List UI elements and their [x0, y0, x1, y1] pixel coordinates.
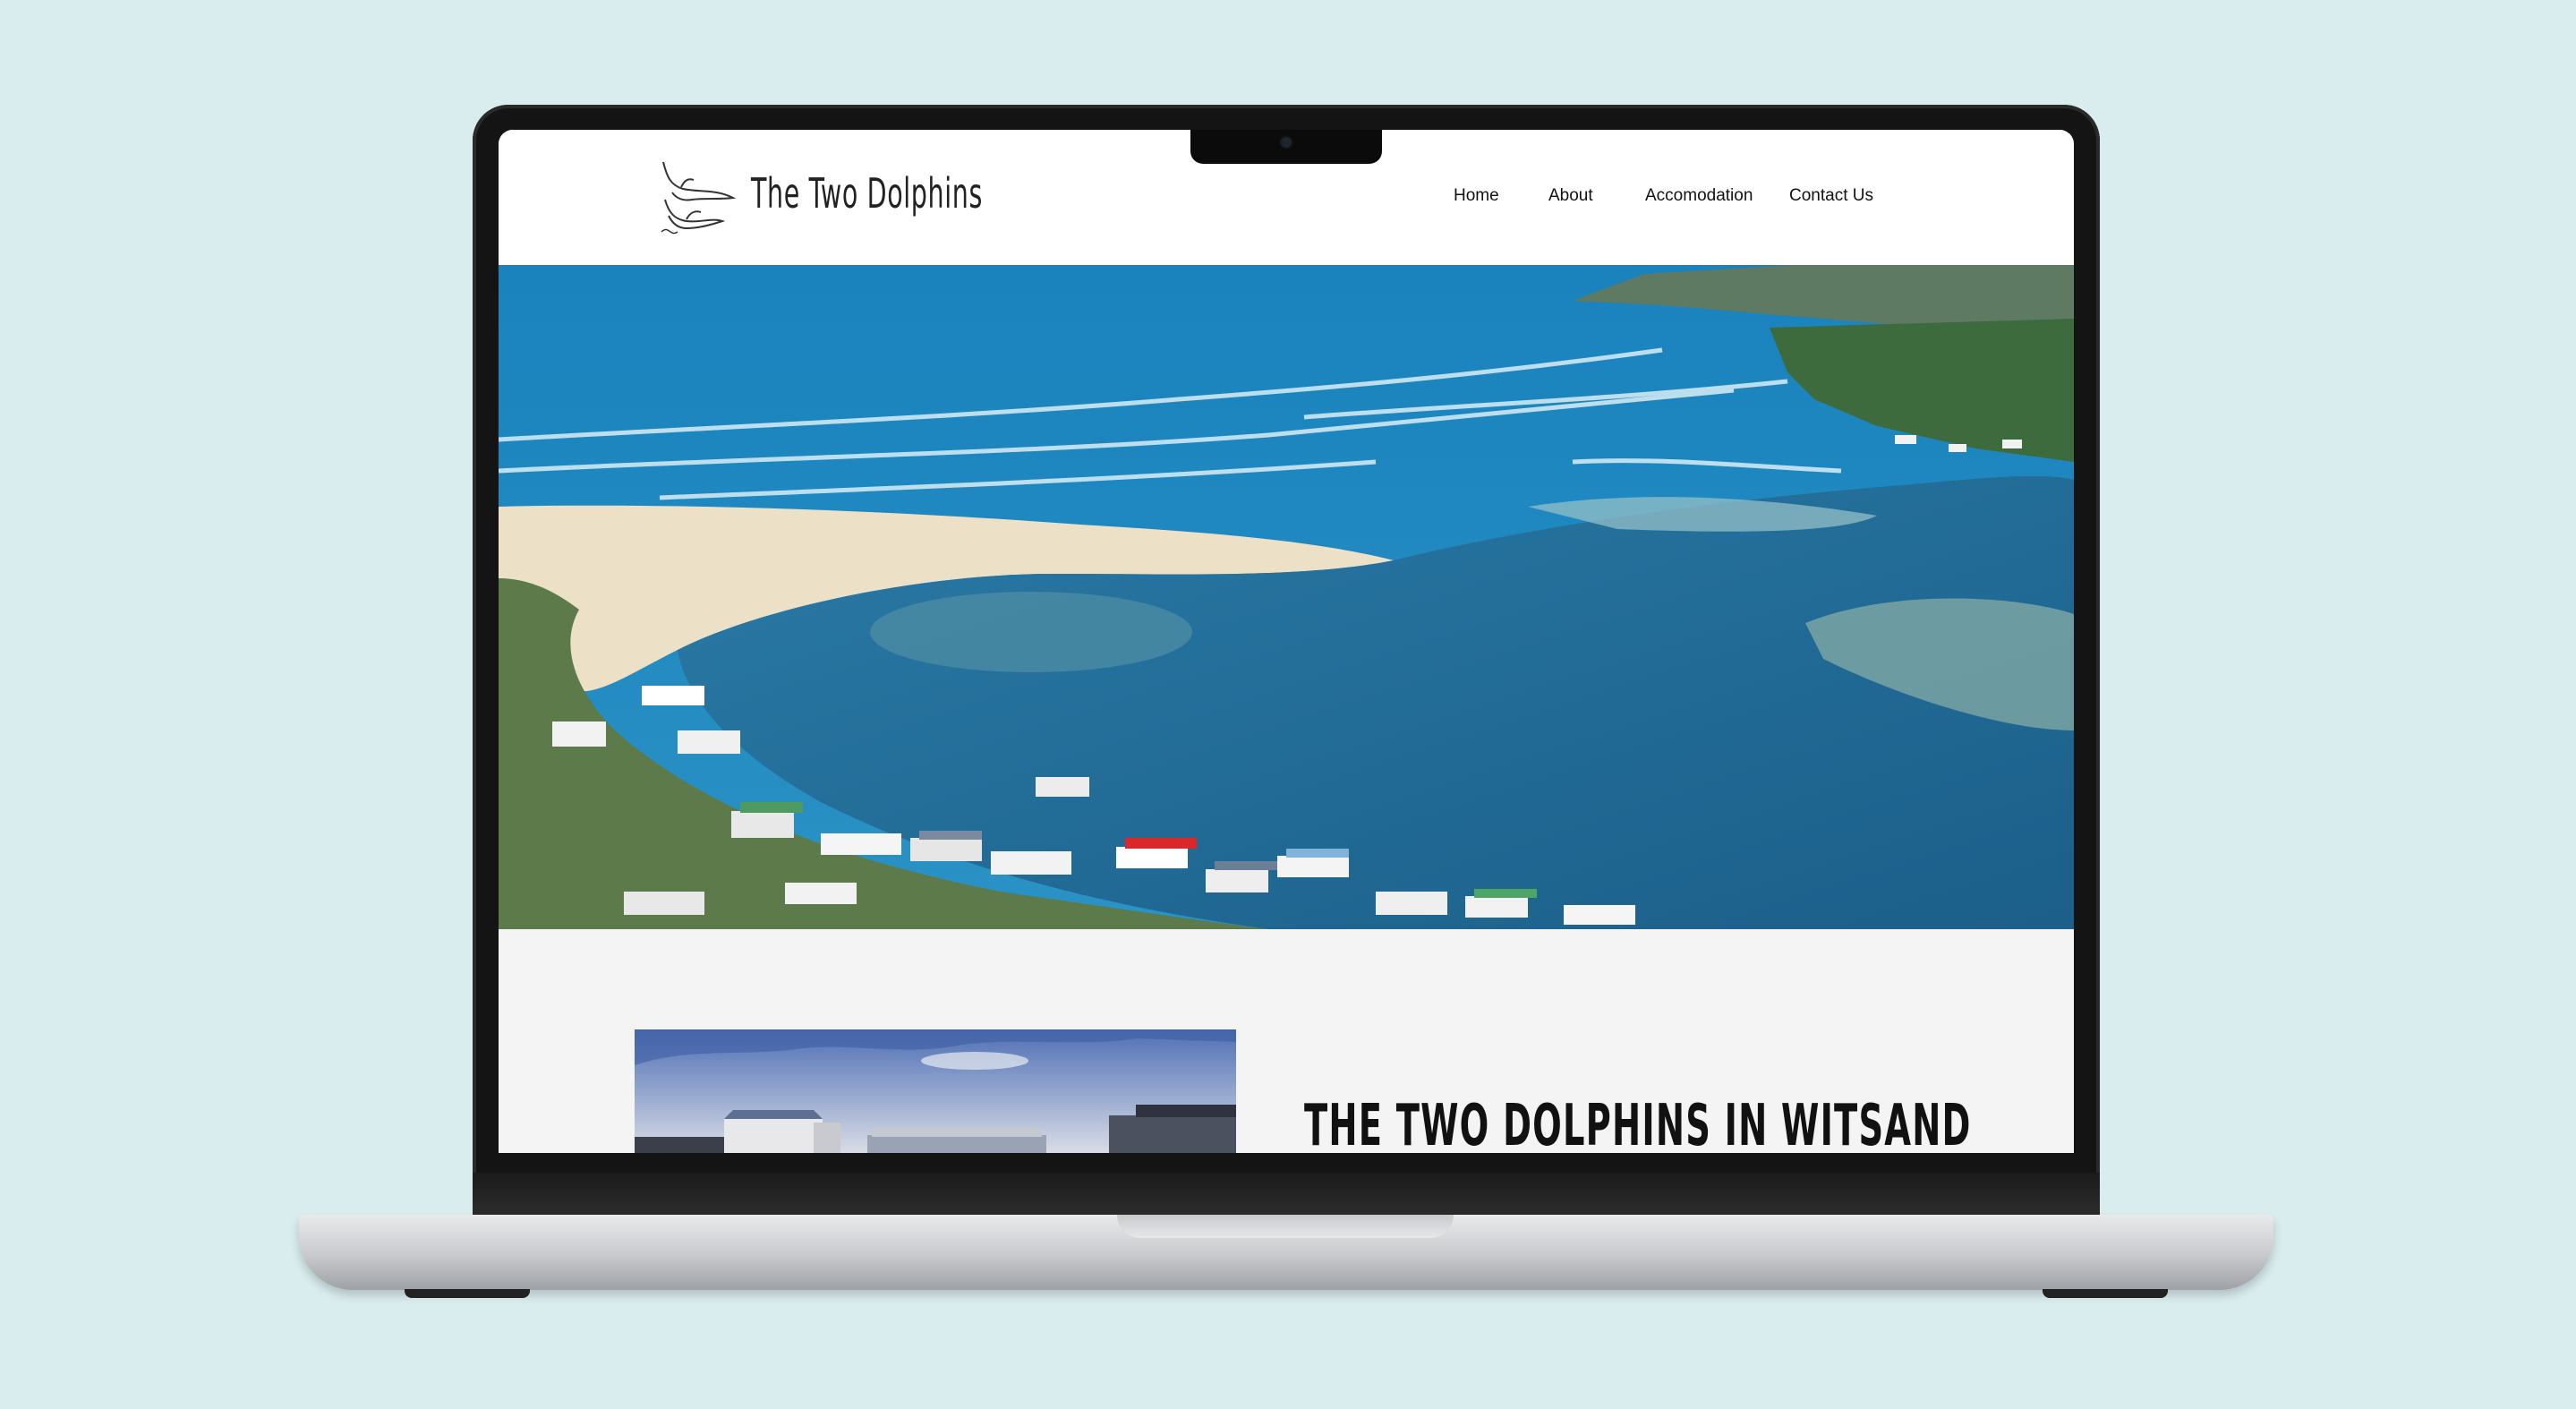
site-brand[interactable]: The Two Dolphins	[751, 169, 983, 218]
section-heading: THE TWO DOLPHINS IN WITSAND	[1304, 1092, 1972, 1153]
laptop-screen: The Two Dolphins Home About Accomodation…	[499, 130, 2074, 1153]
nav-about[interactable]: About	[1548, 186, 1593, 206]
laptop-foot-right	[2043, 1289, 2168, 1298]
nav-accomodation[interactable]: Accomodation	[1645, 186, 1753, 206]
laptop-base	[299, 1215, 2273, 1290]
laptop-foot-left	[405, 1289, 530, 1298]
screen-notch	[1190, 130, 1382, 164]
laptop-thumb-notch	[1117, 1215, 1454, 1238]
laptop-hinge	[473, 1173, 2100, 1216]
nav-home[interactable]: Home	[1454, 186, 1499, 206]
camera-icon	[1281, 137, 1292, 148]
section-photo	[635, 1029, 1236, 1153]
houses-illustration	[635, 1029, 1236, 1153]
aerial-estuary-illustration	[499, 265, 2074, 929]
hero-image	[499, 265, 2074, 929]
dolphins-logo-icon	[661, 161, 737, 235]
intro-section: THE TWO DOLPHINS IN WITSAND	[499, 929, 2074, 1153]
nav-contact-us[interactable]: Contact Us	[1789, 186, 1873, 206]
